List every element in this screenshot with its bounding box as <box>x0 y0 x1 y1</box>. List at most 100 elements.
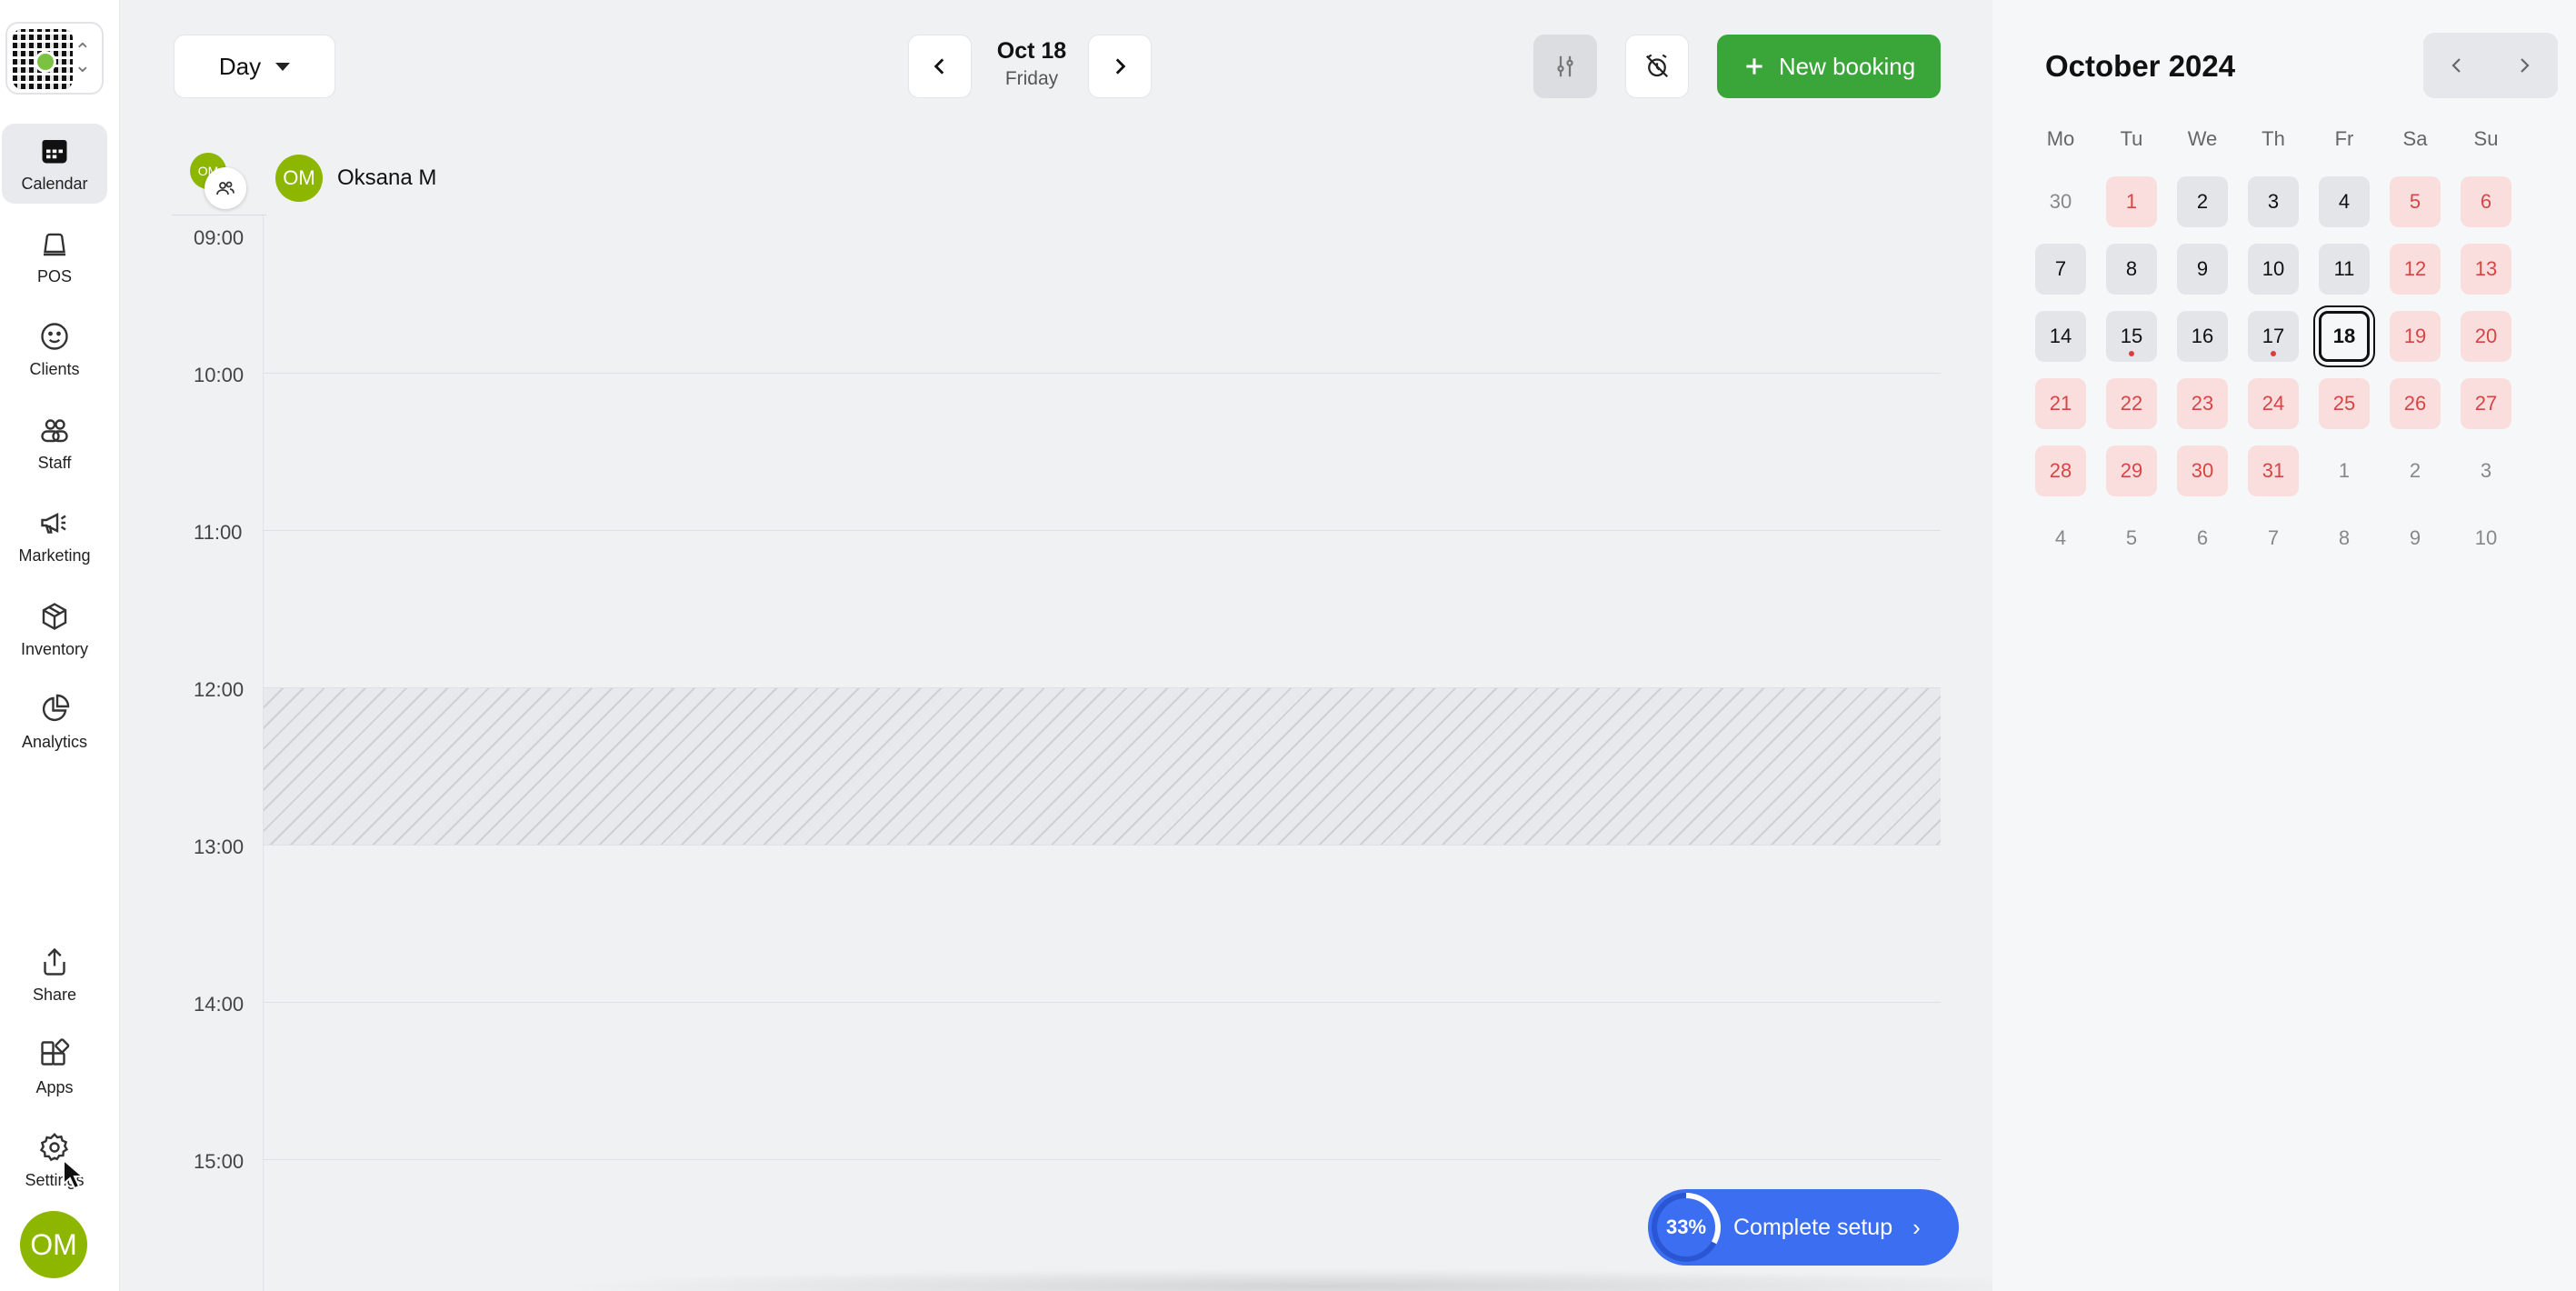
business-switcher[interactable]: ⌃ ⌄ <box>5 22 104 95</box>
day-cell[interactable]: 7 <box>2035 244 2086 295</box>
day-cell[interactable]: 9 <box>2177 244 2228 295</box>
blocked-time-slot[interactable] <box>264 688 1941 845</box>
hour-line <box>263 687 1941 688</box>
day-cell[interactable]: 1 <box>2319 445 2370 496</box>
selected-day-cell[interactable]: 18 <box>2319 311 2370 362</box>
day-cell[interactable]: 8 <box>2319 513 2370 564</box>
staff-selector-button[interactable] <box>205 167 246 209</box>
filter-button[interactable] <box>1533 35 1597 98</box>
hour-line <box>263 845 1941 846</box>
weekday-label: Su <box>2473 127 2499 150</box>
pos-icon <box>44 233 65 255</box>
day-cell[interactable]: 21 <box>2035 378 2086 429</box>
user-avatar[interactable]: OM <box>20 1211 87 1278</box>
apps-icon <box>41 1037 70 1066</box>
day-cell[interactable]: 17 <box>2248 311 2299 362</box>
day-cell[interactable]: 29 <box>2106 445 2157 496</box>
chevron-left-icon <box>934 58 944 75</box>
sidebar-item-label: Apps <box>35 1077 74 1096</box>
plus-icon <box>1746 58 1762 75</box>
day-cell[interactable]: 9 <box>2390 513 2441 564</box>
prev-day-button[interactable] <box>908 35 972 98</box>
day-cell[interactable]: 2 <box>2390 445 2441 496</box>
pie-chart-icon <box>42 694 70 721</box>
day-cell[interactable]: 27 <box>2461 378 2511 429</box>
sidebar-item-settings[interactable]: Settings <box>2 1120 107 1200</box>
day-cell[interactable]: 7 <box>2248 513 2299 564</box>
hour-label: 13:00 <box>194 836 245 858</box>
day-cell[interactable]: 3 <box>2248 176 2299 227</box>
day-cell[interactable]: 24 <box>2248 378 2299 429</box>
day-cell[interactable]: 25 <box>2319 378 2370 429</box>
sidebar-item-pos[interactable]: POS <box>2 216 107 296</box>
day-cell[interactable]: 30 <box>2177 445 2228 496</box>
sidebar-item-share[interactable]: Share <box>2 935 107 1015</box>
sidebar-item-staff[interactable]: Staff <box>2 403 107 483</box>
booking-indicator-dot <box>2129 351 2134 356</box>
staff-avatar[interactable]: OM <box>275 155 323 202</box>
day-cell[interactable]: 20 <box>2461 311 2511 362</box>
sidebar-item-apps[interactable]: Apps <box>2 1027 107 1107</box>
reminders-button[interactable] <box>1625 35 1689 98</box>
day-cell[interactable]: 31 <box>2248 445 2299 496</box>
day-cell[interactable]: 5 <box>2106 513 2157 564</box>
sliders-icon <box>1557 55 1573 77</box>
hour-label: 14:00 <box>194 993 245 1016</box>
day-cell[interactable]: 12 <box>2390 244 2441 295</box>
weekday-label: We <box>2187 127 2218 150</box>
sidebar-item-clients[interactable]: Clients <box>2 309 107 389</box>
hour-line <box>263 530 1941 531</box>
date-label: Oct 18 <box>996 38 1067 64</box>
day-cell[interactable]: 11 <box>2319 244 2370 295</box>
complete-setup-button[interactable]: 33% Complete setup › <box>1648 1189 1959 1266</box>
day-cell[interactable]: 19 <box>2390 311 2441 362</box>
day-cell[interactable]: 3 <box>2461 445 2511 496</box>
new-booking-label: New booking <box>1778 52 1916 80</box>
day-cell[interactable]: 6 <box>2461 176 2511 227</box>
day-cell[interactable]: 16 <box>2177 311 2228 362</box>
megaphone-icon <box>41 512 66 534</box>
next-month-button[interactable] <box>2491 33 2558 98</box>
new-booking-button[interactable]: New booking <box>1717 35 1941 98</box>
sidebar-item-calendar[interactable]: Calendar <box>2 124 107 204</box>
day-cell[interactable]: 10 <box>2248 244 2299 295</box>
view-select[interactable]: Day <box>174 35 335 98</box>
day-cell[interactable]: 15 <box>2106 311 2157 362</box>
day-cell[interactable]: 4 <box>2035 513 2086 564</box>
sidebar-item-analytics[interactable]: Analytics <box>2 682 107 762</box>
day-cell[interactable]: 4 <box>2319 176 2370 227</box>
day-cell[interactable]: 30 <box>2035 176 2086 227</box>
day-cell[interactable]: 10 <box>2461 513 2511 564</box>
prev-month-button[interactable] <box>2423 33 2491 98</box>
smiley-icon <box>41 322 68 350</box>
day-cell[interactable]: 23 <box>2177 378 2228 429</box>
setup-progress-ring: 33% <box>1652 1193 1721 1262</box>
staff-icon <box>41 418 68 442</box>
sidebar-item-label: Inventory <box>20 639 89 658</box>
day-cell[interactable]: 13 <box>2461 244 2511 295</box>
day-cell[interactable]: 26 <box>2390 378 2441 429</box>
hour-label: 10:00 <box>194 364 245 386</box>
hour-line <box>263 1002 1941 1003</box>
setup-percent: 33% <box>1657 1198 1715 1256</box>
next-day-button[interactable] <box>1088 35 1152 98</box>
hour-label: 12:00 <box>194 678 245 701</box>
day-cell[interactable]: 1 <box>2106 176 2157 227</box>
sidebar-item-marketing[interactable]: Marketing <box>2 495 107 575</box>
booking-indicator-dot <box>2271 351 2276 356</box>
day-cell[interactable]: 6 <box>2177 513 2228 564</box>
day-cell[interactable]: 2 <box>2177 176 2228 227</box>
day-cell[interactable]: 28 <box>2035 445 2086 496</box>
hour-label: 09:00 <box>194 226 245 249</box>
day-cell[interactable]: 22 <box>2106 378 2157 429</box>
sidebar-item-inventory[interactable]: Inventory <box>2 589 107 669</box>
sidebar-item-label: Share <box>32 985 77 1004</box>
staff-header: OM OM Oksana M <box>121 147 1992 216</box>
mini-calendar-panel: October 2024 Mo Tu We Th Fr Sa Su 30 1 2 3 4 5 6 7 8 9 10… <box>1992 0 2576 1291</box>
day-cell[interactable]: 14 <box>2035 311 2086 362</box>
day-cell[interactable]: 5 <box>2390 176 2441 227</box>
day-cell[interactable]: 8 <box>2106 244 2157 295</box>
hour-label: 15:00 <box>194 1150 245 1173</box>
staff-name[interactable]: Oksana M <box>337 165 436 191</box>
setup-label: Complete setup <box>1733 1214 1893 1240</box>
